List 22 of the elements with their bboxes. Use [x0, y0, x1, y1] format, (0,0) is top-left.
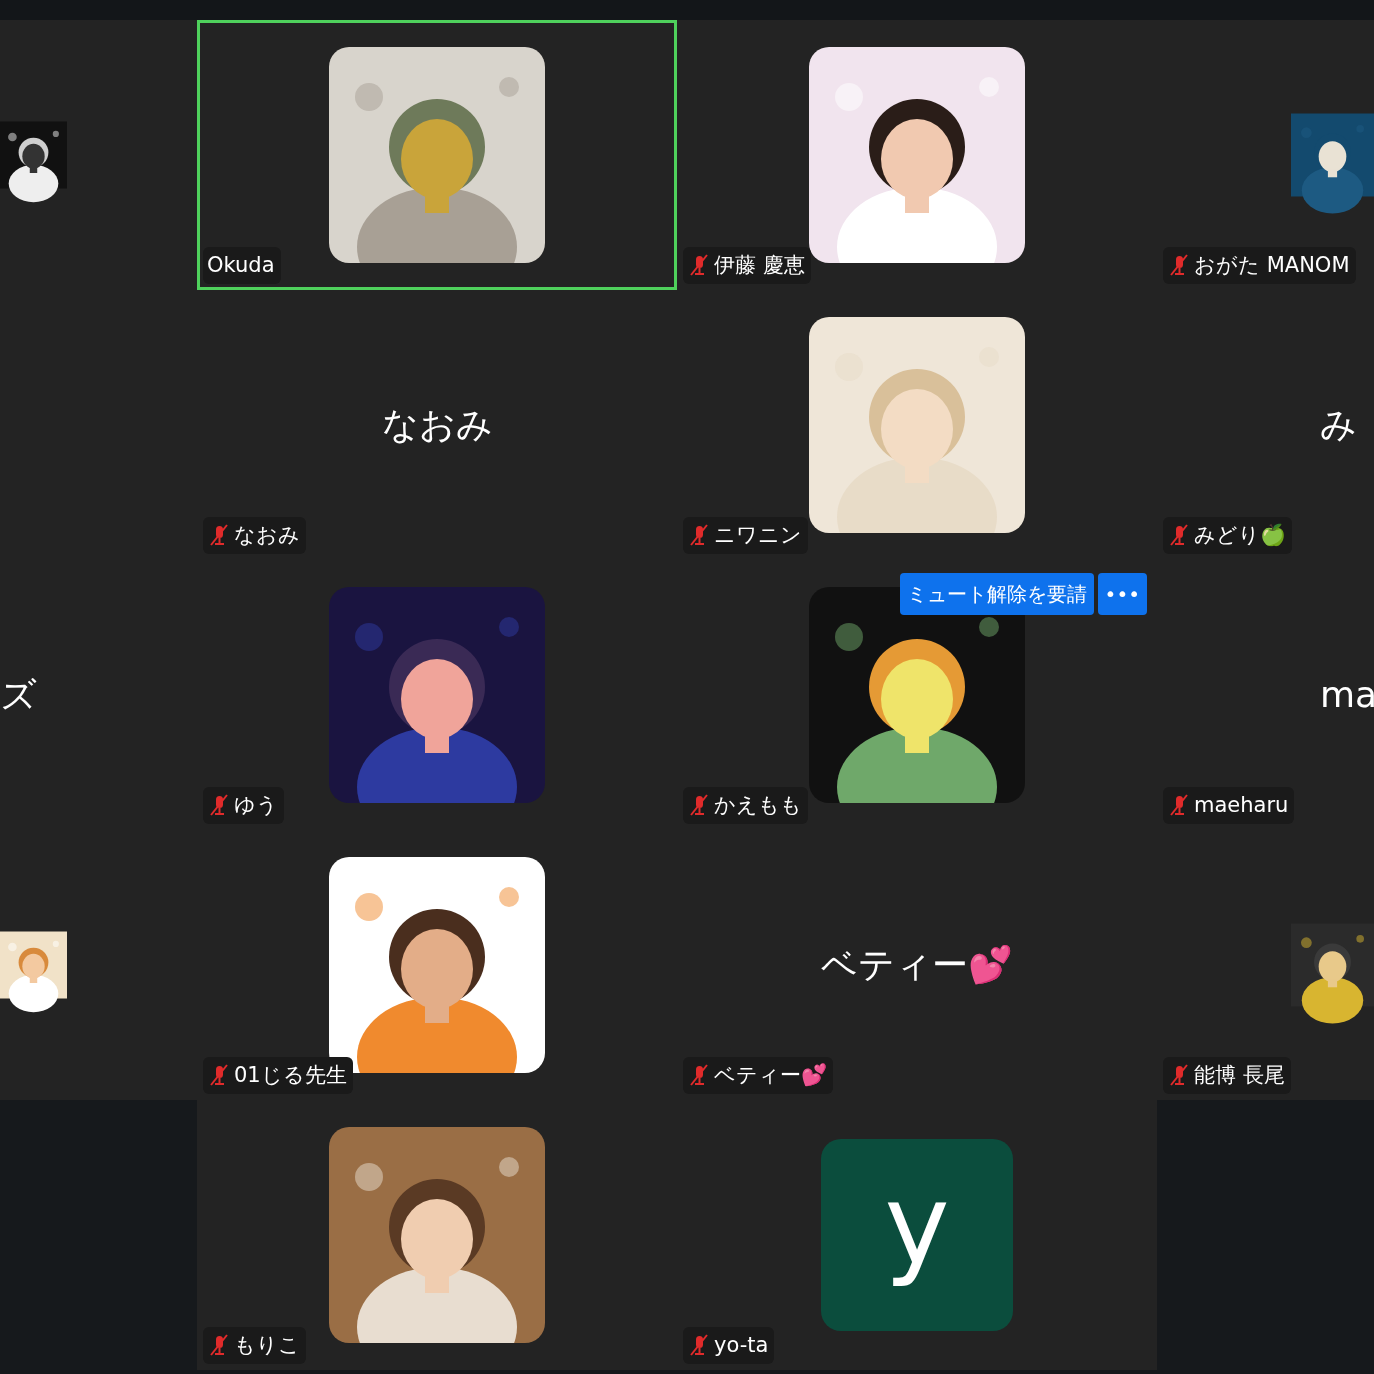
participant-name-display: ma: [1320, 673, 1374, 717]
request-unmute-button[interactable]: ミュート解除を要請: [899, 573, 1094, 615]
participant-name: もりこ: [234, 1331, 300, 1359]
participant-name: ニワニン: [714, 521, 802, 549]
participant-name: かえもも: [714, 791, 802, 819]
more-button[interactable]: •••: [1097, 573, 1147, 615]
participant-name: おがた MANOM: [1194, 251, 1350, 279]
participant-name-display: み: [1320, 403, 1357, 447]
participant-name: yo-ta: [714, 1331, 769, 1359]
participant-name: 能博 長尾: [1194, 1061, 1285, 1089]
participant-name: maeharu: [1194, 791, 1289, 819]
participant-name: ゆう: [234, 791, 278, 819]
avatar-initial: y: [821, 1139, 1013, 1331]
participant-name: なおみ: [234, 521, 300, 549]
participant-name-display: ズ: [0, 673, 37, 717]
participant-name-display: なおみ: [381, 403, 493, 447]
participant-name: 伊藤 慶恵: [714, 251, 805, 279]
participant-name: Okuda: [207, 251, 275, 279]
participant-name: ベティー💕: [714, 1061, 827, 1089]
participant-name: 01じる先生: [234, 1061, 347, 1089]
participant-name: みどり🍏: [1194, 521, 1286, 549]
participant-name-display: ベティー💕: [821, 943, 1013, 987]
